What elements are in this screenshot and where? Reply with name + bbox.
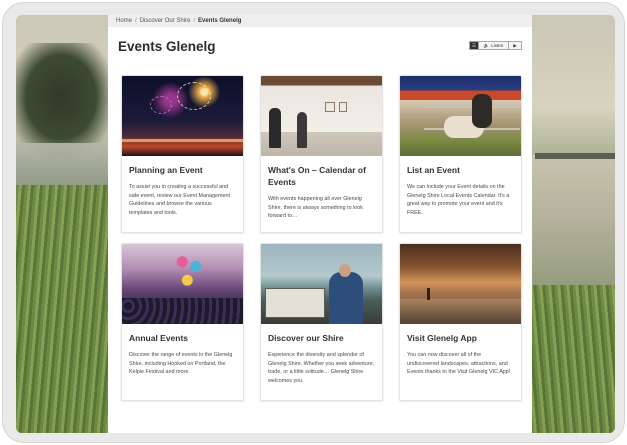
card-visit-glenelg-app[interactable]: Visit Glenelg App You can now discover a…	[399, 243, 522, 401]
card-discover-our-shire[interactable]: Discover our Shire Experience the divers…	[260, 243, 383, 401]
card-description: We can include your Event details on the…	[407, 184, 510, 216]
breadcrumb-current: Events Glenelg	[198, 18, 242, 24]
fireworks-photo	[122, 76, 243, 156]
card-title[interactable]: Planning an Event	[129, 164, 236, 176]
breadcrumb-separator: /	[193, 18, 196, 24]
tablet-frame: Home / Discover Our Shire / Events Glene…	[2, 2, 625, 443]
background-grass-right	[531, 285, 615, 433]
card-description: To assist you in creating a successful a…	[129, 184, 230, 216]
breadcrumb-discover-our-shire[interactable]: Discover Our Shire	[140, 18, 191, 24]
breadcrumb-separator: /	[135, 18, 137, 24]
card-title[interactable]: List an Event	[407, 164, 514, 176]
events-card-grid: Planning an Event To assist you in creat…	[121, 75, 522, 401]
card-title[interactable]: Discover our Shire	[268, 332, 375, 344]
crowd	[122, 298, 243, 324]
beach-sunset-photo	[400, 244, 521, 324]
gallery-photo	[261, 76, 382, 156]
speaker-icon: 🔈	[483, 42, 490, 48]
card-title[interactable]: Annual Events	[129, 332, 236, 344]
background-water-left	[16, 143, 108, 189]
breadcrumb-home[interactable]: Home	[116, 18, 132, 24]
beach-shore	[400, 299, 521, 324]
card-whats-on[interactable]: What's On – Calendar of Events With even…	[260, 75, 383, 233]
background-water-right	[531, 155, 615, 305]
play-icon: ▶	[513, 42, 517, 48]
artwork-frame	[325, 102, 335, 112]
man-head	[339, 264, 351, 277]
breadcrumb: Home / Discover Our Shire / Events Glene…	[108, 15, 532, 27]
pier-lights	[122, 139, 243, 142]
menu-icon: ☰	[471, 42, 477, 48]
card-title[interactable]: Visit Glenelg App	[407, 332, 514, 344]
card-title[interactable]: What's On – Calendar of Events	[268, 164, 375, 188]
firework-burst	[150, 96, 172, 114]
background-pier	[535, 153, 615, 159]
listen-label: Listen	[491, 43, 504, 48]
artwork-frame	[339, 102, 347, 112]
visitor-figure	[297, 112, 307, 148]
man-figure	[329, 272, 363, 324]
dog	[472, 94, 492, 128]
boat-photo	[261, 244, 382, 324]
card-list-an-event[interactable]: List an Event We can include your Event …	[399, 75, 522, 233]
listen-widget: ☰ 🔈 Listen ▶	[469, 41, 522, 50]
card-description: Experience the diversity and splendor of…	[268, 352, 375, 384]
visitor-figure	[269, 108, 281, 148]
card-planning-an-event[interactable]: Planning an Event To assist you in creat…	[121, 75, 244, 233]
firework-burst	[177, 82, 211, 110]
festival-photo	[122, 244, 243, 324]
play-button[interactable]: ▶	[509, 42, 521, 49]
background-grass-left	[16, 185, 108, 433]
sheep-photo	[400, 76, 521, 156]
page-header: Events Glenelg ☰ 🔈 Listen ▶	[108, 27, 532, 59]
webpage-panel: Home / Discover Our Shire / Events Glene…	[108, 15, 532, 433]
card-description: Discover the range of events in the Glen…	[129, 352, 233, 376]
card-description: You can now discover all of the undiscov…	[407, 352, 511, 376]
boat	[265, 288, 325, 318]
card-description: With events happening all over Glenelg S…	[268, 196, 363, 220]
listen-button[interactable]: 🔈 Listen	[479, 42, 509, 49]
balloons	[172, 248, 206, 294]
page-title: Events Glenelg	[118, 39, 216, 54]
card-annual-events[interactable]: Annual Events Discover the range of even…	[121, 243, 244, 401]
listen-menu-button[interactable]: ☰	[470, 42, 479, 49]
walker-figure	[427, 288, 430, 300]
tablet-screen: Home / Discover Our Shire / Events Glene…	[16, 15, 615, 433]
